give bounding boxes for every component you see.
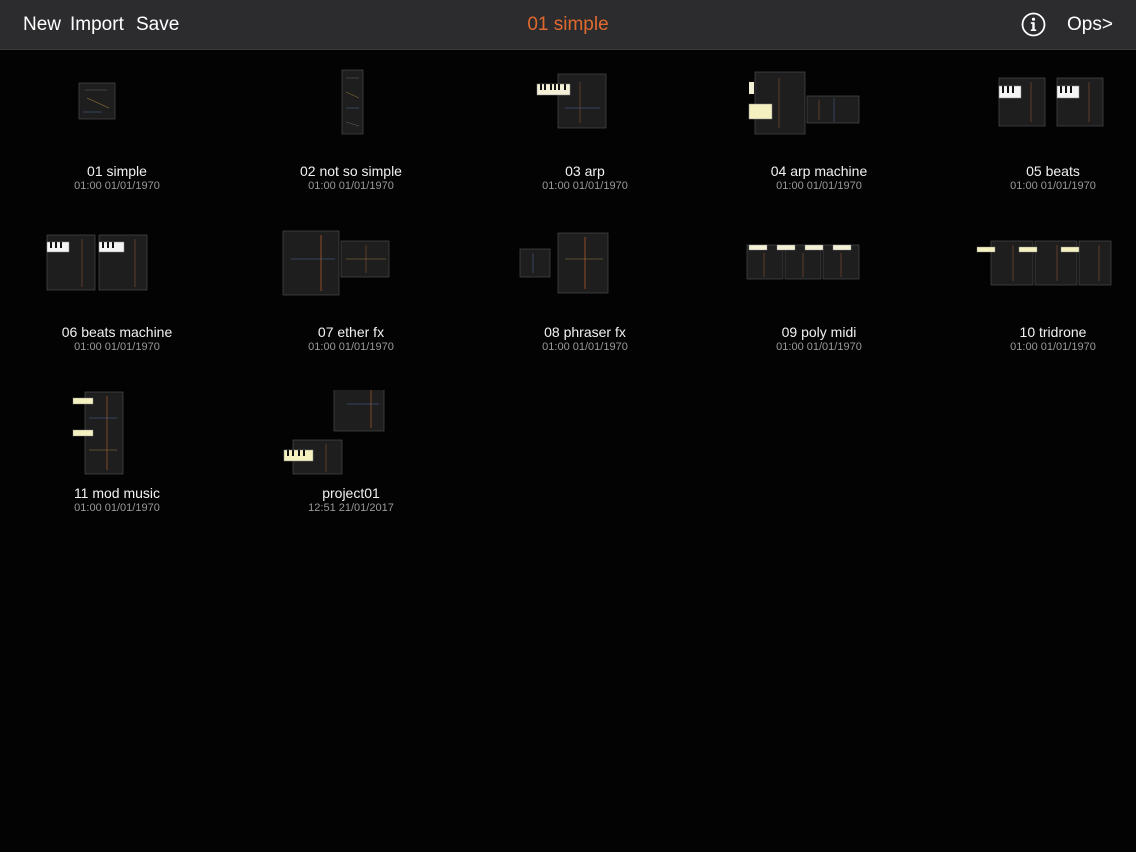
project-date: 12:51 21/01/2017 (308, 502, 394, 514)
project-date: 01:00 01/01/1970 (1010, 180, 1096, 192)
project-name: 10 tridrone (1019, 324, 1087, 340)
project-tile[interactable]: 08 phraser fx 01:00 01/01/1970 (468, 229, 702, 379)
patch-thumbnail (998, 77, 1104, 127)
project-tile[interactable]: 07 ether fx 01:00 01/01/1970 (234, 229, 468, 379)
project-tile[interactable]: 05 beats 01:00 01/01/1970 (936, 68, 1136, 218)
project-date: 01:00 01/01/1970 (74, 341, 160, 353)
import-button[interactable]: Import (70, 0, 124, 49)
project-name: 06 beats machine (61, 324, 173, 340)
patch-thumbnail (536, 73, 607, 129)
project-name: 11 mod music (73, 485, 161, 501)
patch-thumbnail (519, 232, 609, 294)
project-date: 01:00 01/01/1970 (308, 341, 394, 353)
project-tile[interactable]: 09 poly midi 01:00 01/01/1970 (702, 229, 936, 379)
project-name: 03 arp (565, 163, 605, 179)
project-date: 01:00 01/01/1970 (308, 180, 394, 192)
patch-thumbnail (341, 69, 364, 135)
project-name: 08 phraser fx (544, 324, 626, 340)
project-name: 02 not so simple (300, 163, 402, 179)
project-tile[interactable]: 06 beats machine 01:00 01/01/1970 (0, 229, 234, 379)
project-name: 01 simple (87, 163, 147, 179)
project-name: project01 (322, 485, 380, 501)
patch-thumbnail (72, 391, 124, 475)
project-tile[interactable]: 04 arp machine 01:00 01/01/1970 (702, 68, 936, 218)
project-tile[interactable]: 11 mod music 01:00 01/01/1970 (0, 390, 234, 540)
project-name: 04 arp machine (770, 163, 868, 179)
info-icon[interactable] (1021, 12, 1046, 37)
project-date: 01:00 01/01/1970 (542, 180, 628, 192)
project-tile[interactable]: 02 not so simple 01:00 01/01/1970 (234, 68, 468, 218)
project-name: 07 ether fx (317, 324, 385, 340)
patch-thumbnail (282, 230, 390, 296)
project-date: 01:00 01/01/1970 (542, 341, 628, 353)
top-toolbar: New Import Save 01 simple Ops> (0, 0, 1136, 50)
project-date: 01:00 01/01/1970 (776, 341, 862, 353)
patch-thumbnail (746, 244, 860, 280)
project-name: 05 beats (1026, 163, 1080, 179)
project-date: 01:00 01/01/1970 (1010, 341, 1096, 353)
project-tile[interactable]: project01 12:51 21/01/2017 (234, 390, 468, 540)
ops-button[interactable]: Ops> (1067, 0, 1113, 49)
new-button[interactable]: New (23, 0, 61, 49)
project-tile[interactable]: 10 tridrone 01:00 01/01/1970 (936, 229, 1136, 379)
patch-thumbnail (748, 71, 860, 135)
project-date: 01:00 01/01/1970 (74, 180, 160, 192)
save-button[interactable]: Save (136, 0, 179, 49)
patch-thumbnail (283, 390, 385, 475)
project-name: 09 poly midi (781, 324, 857, 340)
patch-thumbnail (78, 82, 116, 120)
project-date: 01:00 01/01/1970 (74, 502, 160, 514)
project-date: 01:00 01/01/1970 (776, 180, 862, 192)
project-tile[interactable]: 01 simple 01:00 01/01/1970 (0, 68, 234, 218)
patch-thumbnail (46, 234, 148, 291)
patch-thumbnail (976, 240, 1112, 286)
project-tile[interactable]: 03 arp 01:00 01/01/1970 (468, 68, 702, 218)
